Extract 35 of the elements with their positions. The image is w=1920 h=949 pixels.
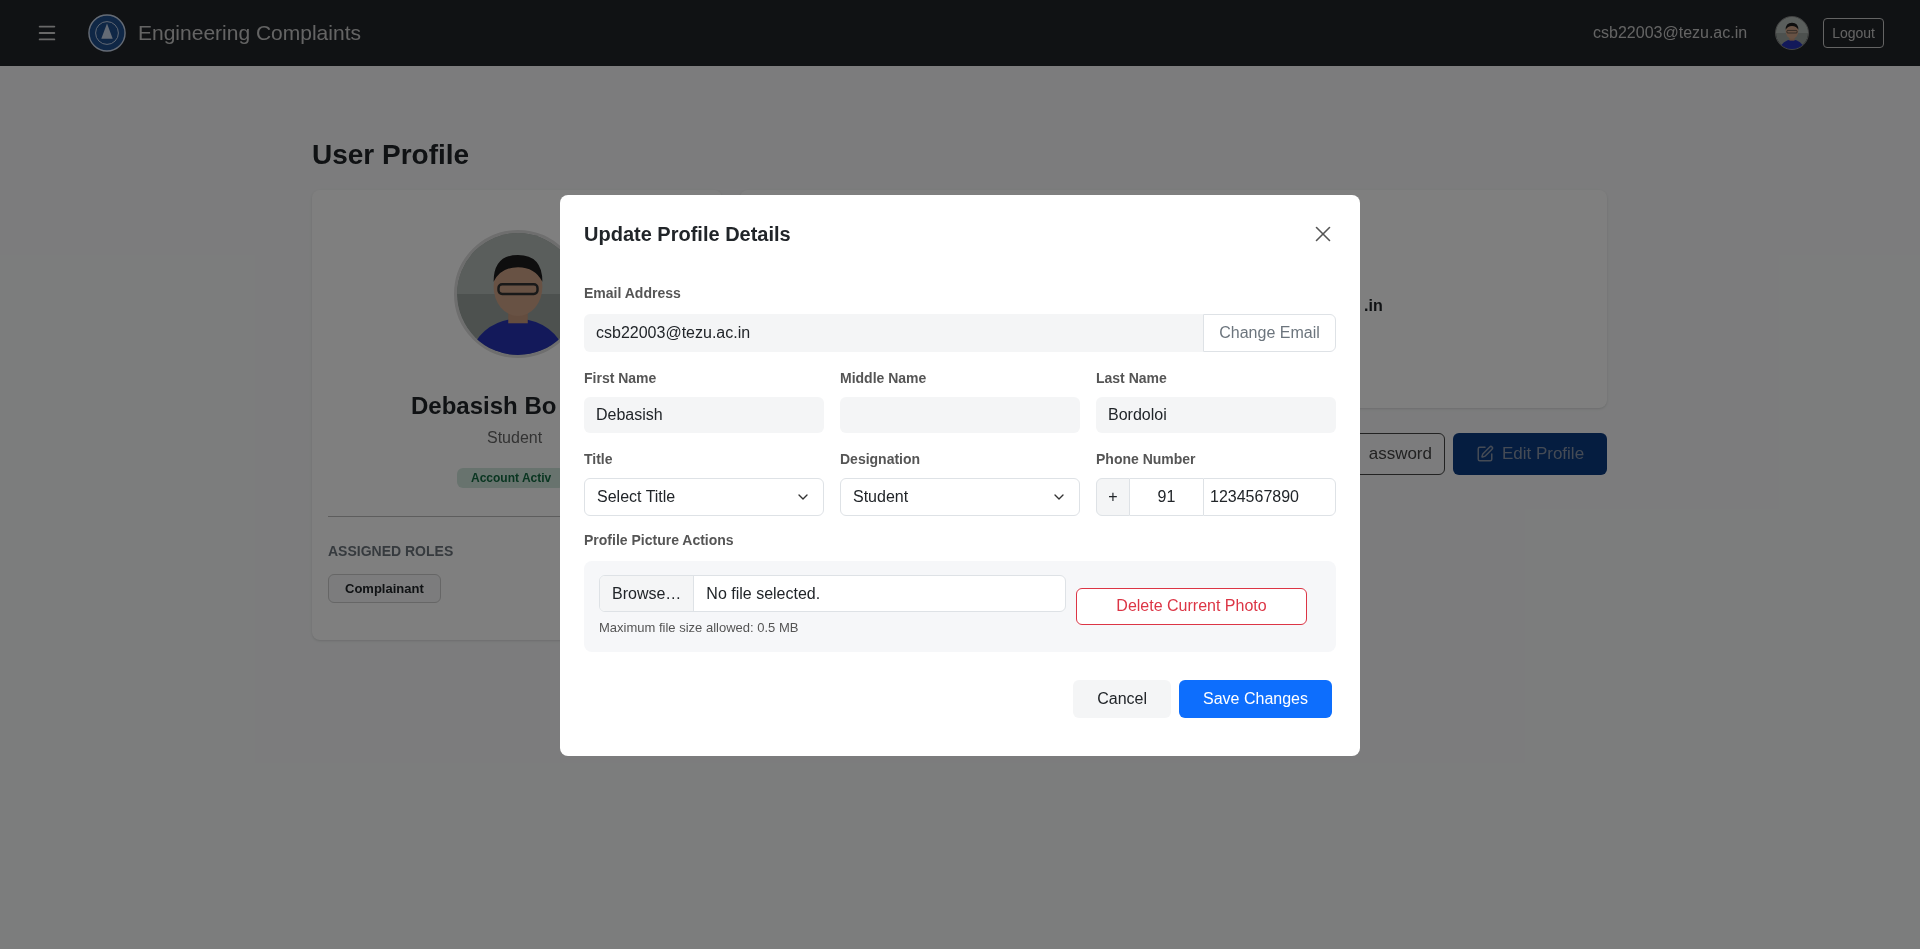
text-field[interactable]: Debasish (584, 397, 824, 433)
phone-prefix: + (1096, 478, 1130, 516)
field-label: Profile Picture Actions (584, 531, 734, 550)
file-size-hint: Maximum file size allowed: 0.5 MB (599, 619, 800, 637)
phone-field[interactable]: 1234567890 (1203, 478, 1336, 516)
delete-photo-button[interactable]: Delete Current Photo (1076, 587, 1307, 625)
field-label: First Name (584, 369, 657, 388)
browse-button[interactable]: Browse… (600, 576, 695, 611)
profile-role: Student (487, 428, 543, 448)
save-button[interactable]: Save Changes (1179, 679, 1332, 718)
email-field[interactable]: csb22003@tezu.ac.in (584, 314, 1203, 352)
modal-title: Update Profile Details (584, 222, 791, 247)
profile-name: Debasish Bo (411, 391, 557, 421)
field-label: Phone Number (1096, 450, 1196, 469)
role-chip: Complainant (328, 574, 441, 603)
country-code-field[interactable]: 91 (1130, 478, 1203, 516)
edit-icon (1475, 445, 1494, 463)
select-field[interactable]: Select Title (584, 478, 824, 516)
select-field[interactable]: Student (840, 478, 1080, 516)
change-email-button[interactable]: Change Email (1203, 314, 1336, 352)
user-email: csb22003@tezu.ac.in (1593, 23, 1748, 43)
logo-icon (88, 14, 126, 52)
page-title: User Profile (312, 138, 470, 172)
text-field[interactable]: Bordoloi (1096, 397, 1336, 433)
field-label: Middle Name (840, 369, 927, 388)
cancel-button[interactable]: Cancel (1073, 679, 1172, 718)
field-label: Title (584, 450, 613, 469)
field-label: Email Address (584, 284, 681, 303)
field-label: Last Name (1096, 369, 1167, 388)
field-label: Designation (840, 450, 921, 469)
file-status: No file selected. (705, 583, 822, 604)
file-input[interactable]: Browse… No file selected. (599, 575, 1066, 612)
email-fragment: .in (1364, 296, 1383, 316)
roles-heading: ASSIGNED ROLES (328, 542, 454, 561)
user-avatar[interactable] (1775, 16, 1810, 50)
